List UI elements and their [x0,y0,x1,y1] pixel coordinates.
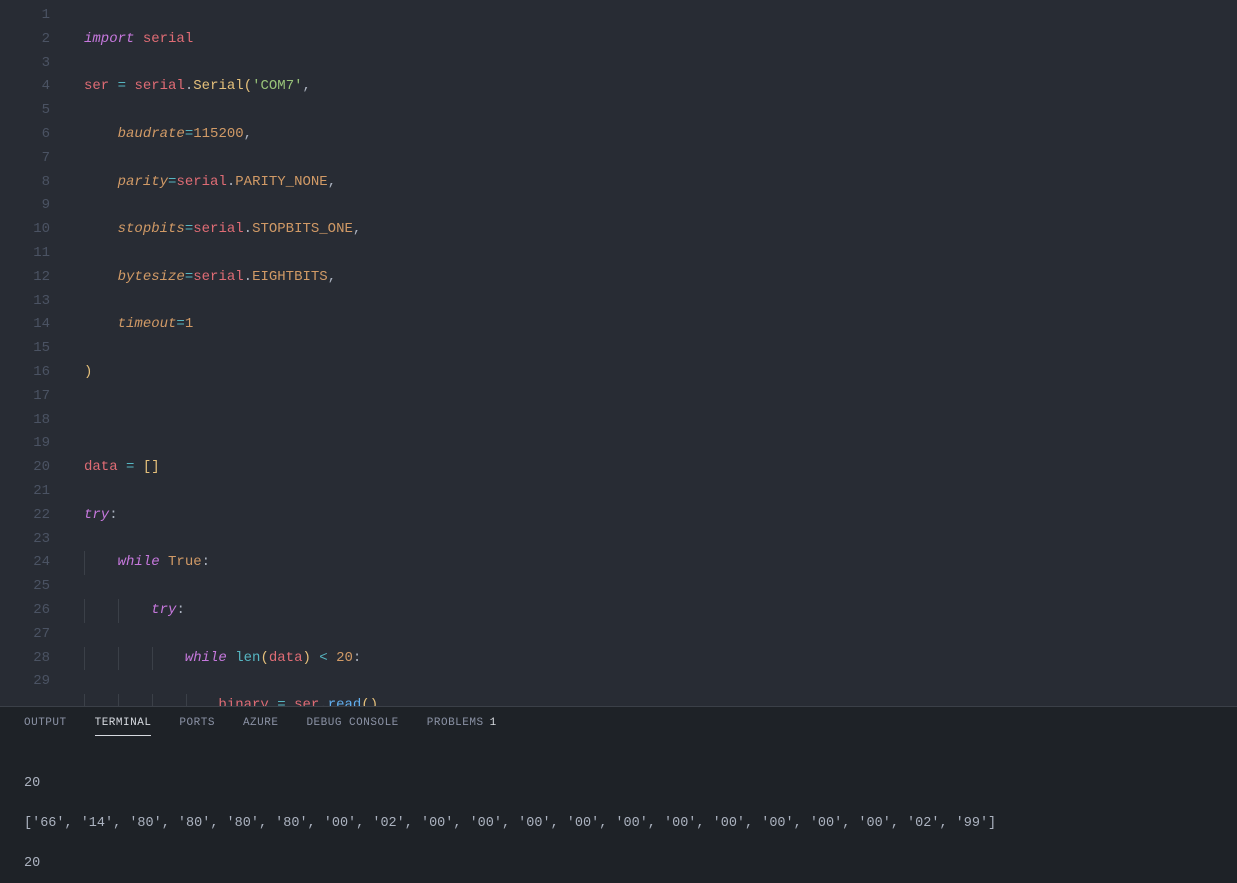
line-number-gutter: 1 2 3 4 5 6 7 8 9 10 11 12 13 14 15 16 1… [0,0,68,706]
panel-tabs: OUTPUT TERMINAL PORTS AZURE DEBUG CONSOL… [0,707,1237,736]
tab-ports[interactable]: PORTS [179,717,215,736]
terminal-line: ['66', '14', '80', '80', '80', '80', '00… [24,814,1213,834]
tab-terminal[interactable]: TERMINAL [95,717,152,736]
terminal-output[interactable]: 20 ['66', '14', '80', '80', '80', '80', … [0,736,1237,883]
tab-azure[interactable]: AZURE [243,717,279,736]
tab-output[interactable]: OUTPUT [24,717,67,736]
bottom-panel: OUTPUT TERMINAL PORTS AZURE DEBUG CONSOL… [0,706,1237,883]
tab-debug-console[interactable]: DEBUG CONSOLE [306,717,398,736]
terminal-line: 20 [24,854,1213,874]
terminal-line: 20 [24,774,1213,794]
code-content[interactable]: import serial ser = serial.Serial('COM7'… [68,0,1237,706]
code-editor[interactable]: 1 2 3 4 5 6 7 8 9 10 11 12 13 14 15 16 1… [0,0,1237,706]
tab-problems[interactable]: PROBLEMS1 [427,717,497,736]
problems-count-badge: 1 [490,717,497,729]
